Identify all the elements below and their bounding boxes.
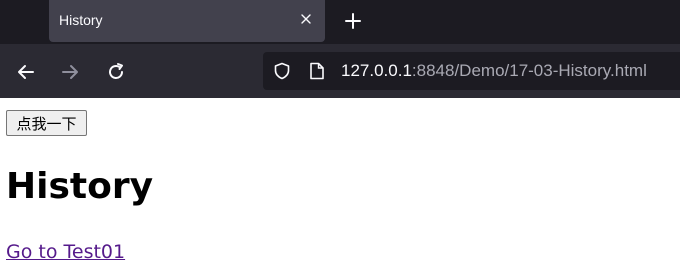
- close-tab-icon[interactable]: [299, 12, 313, 26]
- page-content: 点我一下 History Go to Test01: [0, 98, 680, 275]
- url-text[interactable]: 127.0.0.1:8848/Demo/17-03-History.html: [341, 61, 647, 81]
- go-to-test01-link[interactable]: Go to Test01: [6, 241, 125, 263]
- url-path: :8848/Demo/17-03-History.html: [411, 61, 647, 80]
- page-icon[interactable]: [309, 62, 325, 80]
- navigation-toolbar: 127.0.0.1:8848/Demo/17-03-History.html: [0, 44, 680, 98]
- click-me-button[interactable]: 点我一下: [6, 110, 87, 136]
- new-tab-icon[interactable]: [343, 11, 363, 31]
- reload-icon[interactable]: [106, 62, 126, 82]
- url-host: 127.0.0.1: [341, 61, 412, 80]
- page-heading: History: [6, 166, 154, 207]
- tab-history[interactable]: History: [49, 0, 325, 42]
- tab-strip: History: [0, 0, 680, 44]
- address-bar[interactable]: 127.0.0.1:8848/Demo/17-03-History.html: [263, 52, 680, 90]
- back-icon[interactable]: [16, 62, 36, 82]
- tab-title: History: [59, 12, 103, 28]
- forward-icon[interactable]: [60, 62, 80, 82]
- shield-icon[interactable]: [273, 62, 291, 80]
- browser-chrome: History 127.0.0.1:8848/Demo/17-03-Histor…: [0, 0, 680, 98]
